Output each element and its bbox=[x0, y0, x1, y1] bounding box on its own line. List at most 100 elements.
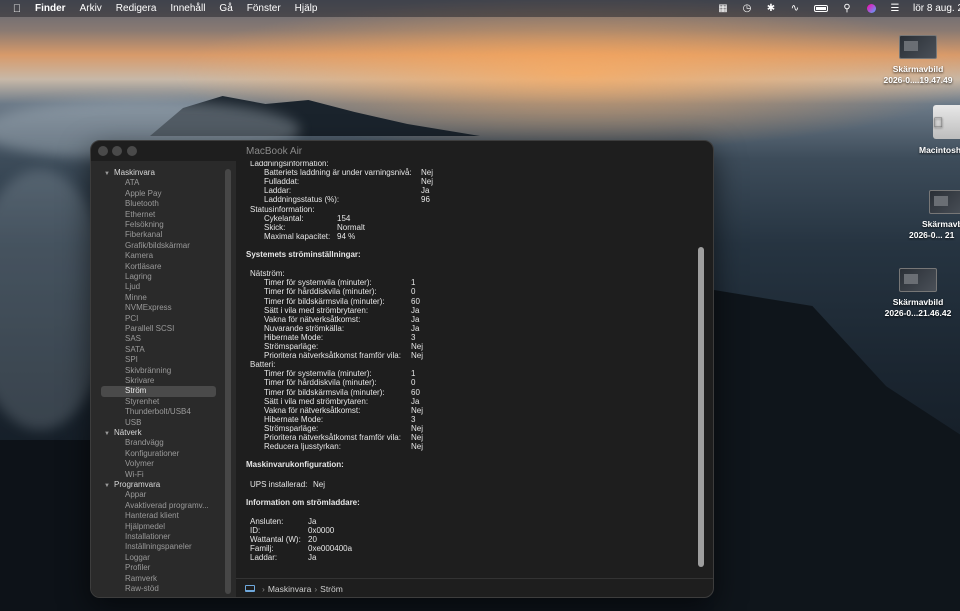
zoom-button[interactable] bbox=[127, 146, 137, 156]
close-button[interactable] bbox=[98, 146, 108, 156]
siri-icon[interactable] bbox=[865, 4, 877, 14]
info-key: Hibernate Mode: bbox=[264, 414, 324, 424]
sidebar-item-label: Skrivare bbox=[125, 376, 155, 385]
sidebar-item[interactable]: SATA bbox=[125, 345, 145, 355]
sidebar-item[interactable]: Thunderbolt/USB4 bbox=[125, 407, 191, 417]
menu-ga[interactable]: Gå bbox=[219, 3, 232, 14]
apple-icon[interactable]:  bbox=[9, 3, 25, 15]
info-value: Ja bbox=[411, 396, 420, 406]
sidebar-item-label: Nätverk bbox=[114, 428, 142, 437]
desktop-disk-macintosh[interactable]:  Macintosh bbox=[905, 105, 960, 156]
sidebar-group[interactable]: ▼ Maskinvara bbox=[104, 168, 155, 178]
sidebar-item[interactable]: Lagring bbox=[125, 272, 152, 282]
disclosure-triangle-icon[interactable]: ▼ bbox=[104, 429, 114, 439]
path-segment-strom[interactable]: Ström bbox=[320, 584, 343, 594]
sidebar-item[interactable]: SPI bbox=[125, 355, 138, 365]
sidebar-item[interactable]: Inställningspaneler bbox=[125, 542, 192, 552]
sidebar-item[interactable]: Konfigurationer bbox=[125, 449, 179, 459]
sidebar-item[interactable]: Styrenhet bbox=[125, 397, 159, 407]
battery-icon[interactable] bbox=[813, 4, 829, 14]
info-value: 1 bbox=[411, 369, 416, 379]
detail-scrollbar[interactable] bbox=[697, 169, 705, 577]
menu-arkiv[interactable]: Arkiv bbox=[80, 3, 102, 14]
sidebar-group[interactable]: ▼ Programvara bbox=[104, 480, 160, 490]
sidebar-item[interactable]: Kortläsare bbox=[125, 262, 161, 272]
chevron-right-icon: › bbox=[262, 583, 265, 594]
info-key: Vakna för nätverksåtkomst: bbox=[264, 405, 361, 415]
sidebar-item[interactable]: Raw-stöd bbox=[125, 584, 159, 594]
minimize-button[interactable] bbox=[112, 146, 122, 156]
info-value: 1 bbox=[411, 278, 416, 288]
menu-innehall[interactable]: Innehåll bbox=[170, 3, 205, 14]
menu-fonster[interactable]: Fönster bbox=[247, 3, 281, 14]
sidebar-item-label: USB bbox=[125, 417, 142, 427]
sidebar-item[interactable]: Ethernet bbox=[125, 210, 155, 220]
desktop-file-screenshot[interactable]: Skärmavbild 2026-0....19.47.49 bbox=[873, 35, 960, 86]
clock-icon[interactable]: ◷ bbox=[741, 3, 753, 14]
sidebar-item[interactable]: USB bbox=[125, 418, 141, 428]
info-key: Strömsparläge: bbox=[264, 423, 319, 433]
detail-scrollbar-thumb[interactable] bbox=[698, 247, 704, 567]
window-titlebar[interactable]: MacBook Air bbox=[91, 141, 713, 161]
disclosure-triangle-icon[interactable]: ▼ bbox=[104, 169, 114, 179]
menu-hjalp[interactable]: Hjälp bbox=[295, 3, 318, 14]
menu-redigera[interactable]: Redigera bbox=[116, 3, 157, 14]
sidebar-item[interactable]: Ljud bbox=[125, 282, 140, 292]
sidebar-item[interactable]: Avaktiverad programv... bbox=[125, 501, 209, 511]
sidebar-item[interactable]: Minne bbox=[125, 293, 147, 303]
info-key: Prioritera nätverksåtkomst framför vila: bbox=[264, 433, 401, 442]
sidebar-scrollbar[interactable] bbox=[225, 169, 231, 594]
sidebar-item[interactable]: Bluetooth bbox=[125, 199, 159, 209]
sidebar-item[interactable]: Profiler bbox=[125, 563, 150, 573]
sidebar-item[interactable]: SAS bbox=[125, 334, 141, 344]
control-center-icon[interactable]: ☰ bbox=[889, 3, 901, 14]
info-value: 20 bbox=[308, 535, 317, 545]
sidebar-item-label: SATA bbox=[125, 344, 145, 354]
info-key: UPS installerad: bbox=[250, 479, 308, 489]
sidebar-item[interactable]: Loggar bbox=[125, 553, 150, 563]
sidebar-item[interactable]: Hjälpmedel bbox=[125, 522, 165, 532]
sidebar-item[interactable]: Volymer bbox=[125, 459, 154, 469]
screenshot-thumbnail bbox=[899, 35, 937, 59]
disclosure-triangle-icon[interactable]: ▼ bbox=[104, 481, 114, 491]
screenshot-thumbnail bbox=[899, 268, 937, 292]
sidebar-item[interactable]: Ström bbox=[125, 386, 146, 396]
sidebar-item[interactable]: Skrivare bbox=[125, 376, 154, 386]
sidebar-item-label: Ström bbox=[125, 386, 147, 396]
info-value: 94 % bbox=[337, 231, 356, 241]
sidebar-item[interactable]: Appar bbox=[125, 490, 146, 500]
sidebar-item[interactable]: Felsökning bbox=[125, 220, 164, 230]
sidebar-item[interactable]: Installationer bbox=[125, 532, 170, 542]
path-segment-maskinvara[interactable]: Maskinvara bbox=[268, 584, 311, 594]
sidebar-item[interactable]: NVMExpress bbox=[125, 303, 172, 313]
info-key: Batteri: bbox=[250, 360, 276, 370]
sidebar-item[interactable]: Brandvägg bbox=[125, 438, 164, 448]
sidebar-item[interactable]: PCI bbox=[125, 314, 138, 324]
info-value: Nej bbox=[411, 342, 424, 351]
grid-icon[interactable]: ▦ bbox=[717, 3, 729, 14]
wifi-icon[interactable]: ∿ bbox=[789, 3, 801, 14]
desktop-file-screenshot[interactable]: Skärmavbild 2026-0...21.46.42 bbox=[873, 268, 960, 319]
sidebar-item-label: Parallell SCSI bbox=[125, 324, 175, 333]
sidebar-item-label: Maskinvara bbox=[114, 168, 155, 177]
desktop-file-screenshot[interactable]: Skärmavb 2026-0... 21 bbox=[905, 190, 960, 241]
sidebar-item[interactable]: Wi-Fi bbox=[125, 470, 144, 480]
sidebar-item[interactable]: Skivbränning bbox=[125, 366, 171, 376]
menu-finder[interactable]: Finder bbox=[35, 3, 66, 14]
menu-clock[interactable]: lör 8 aug. 2 bbox=[913, 3, 960, 14]
sidebar-item[interactable]: ATA bbox=[125, 178, 139, 188]
sidebar-item[interactable]: Grafik/bildskärmar bbox=[125, 241, 190, 251]
search-icon[interactable]: ⚲ bbox=[841, 3, 853, 14]
sidebar-item[interactable]: Fiberkanal bbox=[125, 230, 162, 240]
sidebar-item[interactable]: Hanterad klient bbox=[125, 511, 179, 521]
info-value: Nej bbox=[411, 423, 424, 433]
sidebar-item[interactable]: Ramverk bbox=[125, 574, 157, 584]
info-key: Skick: bbox=[264, 222, 286, 232]
sidebar: ▼ Maskinvara ATA Apple Pay Bluetooth Ethernet… bbox=[91, 161, 236, 597]
sidebar-item-label: Profiler bbox=[125, 563, 151, 573]
sidebar-item[interactable]: Parallell SCSI bbox=[125, 324, 174, 334]
sidebar-group[interactable]: ▼ Nätverk bbox=[104, 428, 142, 438]
sidebar-item[interactable]: Apple Pay bbox=[125, 189, 161, 199]
bluetooth-icon[interactable]: ✱ bbox=[765, 3, 777, 14]
sidebar-item[interactable]: Kamera bbox=[125, 251, 153, 261]
